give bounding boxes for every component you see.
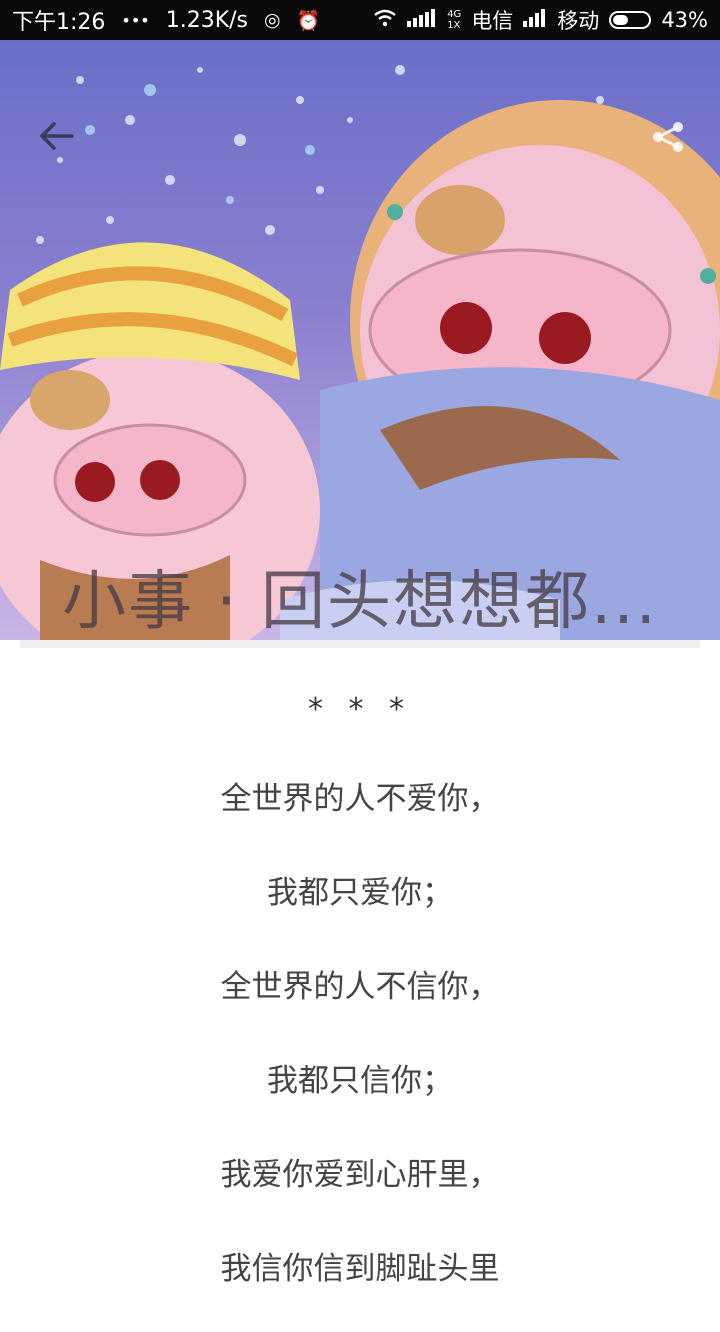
section-separator: * * * (307, 692, 413, 727)
carrier-1: 电信 (471, 9, 514, 33)
article-line: 全世界的人不爱你， (220, 781, 500, 817)
status-left: 下午1:26 ••• 1.23K/s ◎ ⏰ (12, 0, 320, 40)
alarm-icon: ⏰ (296, 9, 321, 32)
clock: 下午1:26 (12, 10, 106, 35)
battery-icon (609, 11, 652, 29)
wifi-icon (373, 9, 397, 32)
article-line: 我爱你爱到心肝里， (220, 1157, 500, 1193)
battery-percent: 43% (661, 8, 708, 32)
signal-bars-icon-2 (523, 8, 547, 32)
header-image: 小事 · 回头想想都... (0, 40, 720, 640)
page-title: 小事 · 回头想想都... (61, 565, 659, 639)
article-line: 我都只爱你； (267, 875, 453, 911)
sync-icon: ◎ (264, 9, 281, 31)
more-dots: ••• (121, 10, 150, 30)
signal-bars-icon (407, 8, 437, 32)
back-button[interactable] (30, 116, 82, 156)
network-speed: 1.23K/s (165, 7, 249, 33)
article-body: * * * 全世界的人不爱你， 我都只爱你； 全世界的人不信你， 我都只信你； … (0, 680, 720, 1332)
status-right: 4G 1X 电信 移动 43% (373, 0, 708, 40)
article-line: 全世界的人不信你， (220, 969, 500, 1005)
article-line: 我信你信到脚趾头里 (220, 1251, 500, 1287)
arrow-left-icon (40, 122, 74, 150)
status-bar: 下午1:26 ••• 1.23K/s ◎ ⏰ 4G 1X 电信 移动 43% (0, 0, 720, 40)
network-type: 4G 1X (447, 9, 462, 31)
article-line: 我都只信你； (267, 1063, 453, 1099)
share-icon (653, 122, 683, 152)
carrier-2: 移动 (557, 9, 600, 33)
divider (20, 640, 700, 648)
share-button[interactable] (646, 115, 690, 159)
